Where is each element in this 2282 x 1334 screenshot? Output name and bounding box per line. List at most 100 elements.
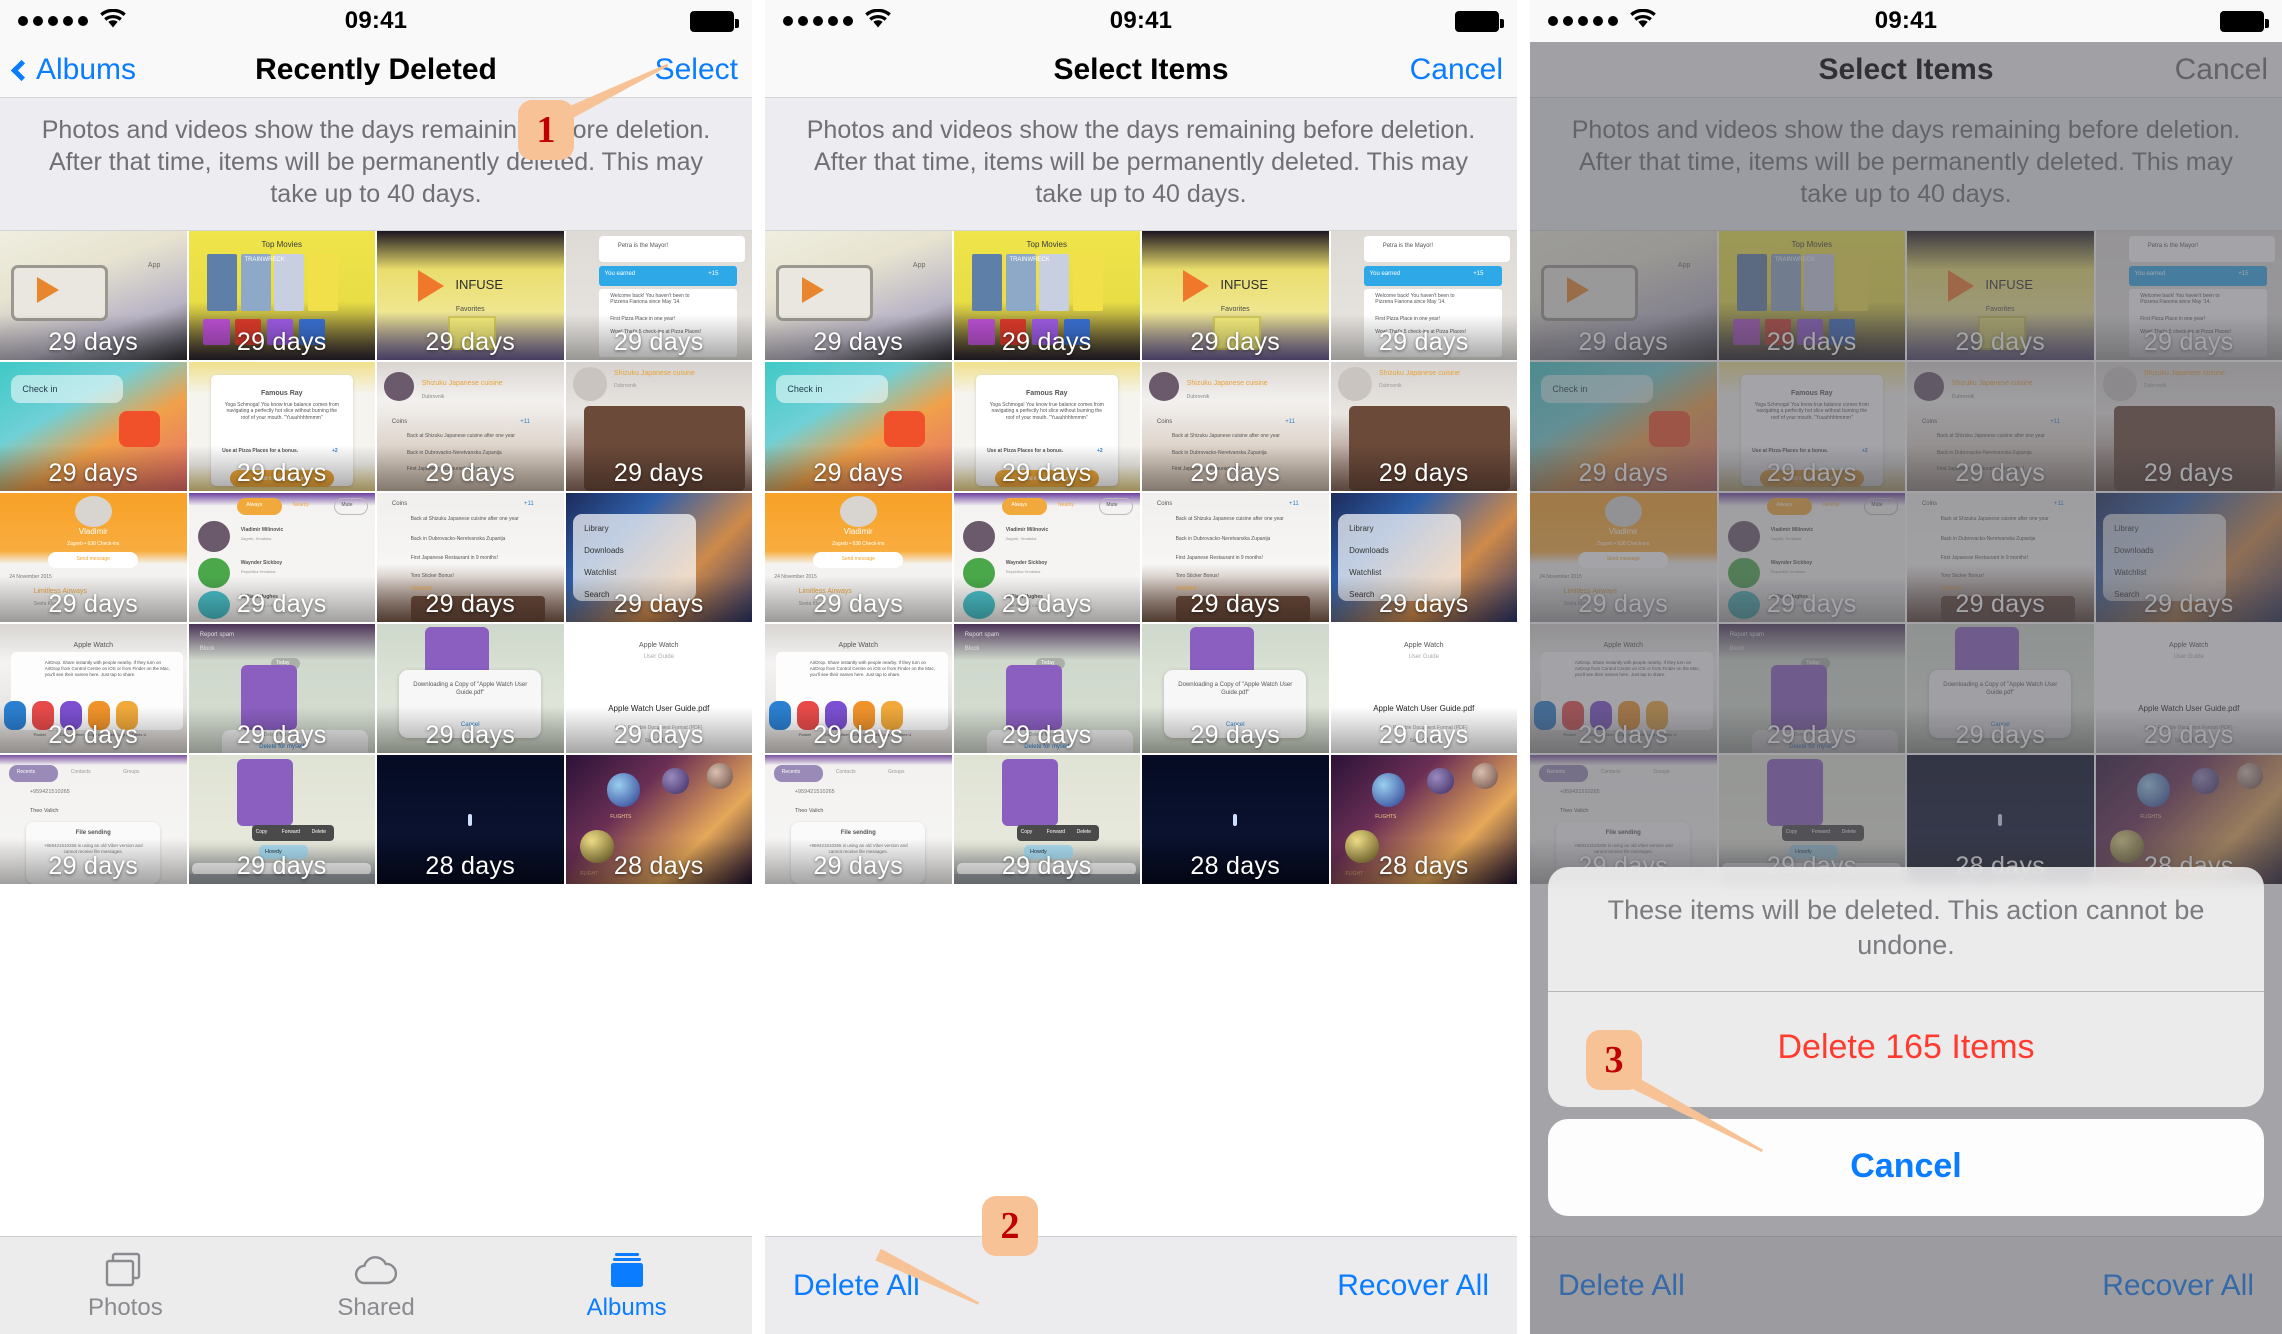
photo-cell[interactable]: Coins +11 Back at Shizuku Japanese cuisine… — [1907, 493, 2094, 622]
battery-full-icon — [1455, 10, 1504, 32]
photo-cell[interactable]: Always Nearby Mute Vladimir Milinovic Zagreb… — [953, 493, 1140, 622]
days-remaining-label: 29 days — [236, 852, 327, 880]
days-remaining-label: 29 days — [1001, 721, 1092, 749]
delete-all-button-3[interactable]: Delete All — [1558, 1269, 1685, 1303]
photo-cell[interactable]: Top Movies TRAINWRECK 29 days — [188, 231, 375, 360]
photo-cell[interactable]: 28 days — [377, 755, 564, 884]
photo-cell[interactable]: FLIGHTSFLIGHT28 days — [2095, 755, 2282, 884]
info-banner-text-1: Photos and videos show the days remainin… — [41, 116, 711, 208]
photo-cell[interactable]: FLIGHTSFLIGHT28 days — [565, 755, 752, 884]
callout-step-3: 3 — [1586, 1030, 1642, 1090]
photo-cell[interactable]: Apple WatchUser GuideApple Watch User Gu… — [2095, 624, 2282, 753]
photo-cell[interactable]: App 29 days — [765, 231, 952, 360]
recover-all-button-3[interactable]: Recover All — [2102, 1269, 2254, 1303]
days-remaining-label: 29 days — [1190, 721, 1281, 749]
photo-cell[interactable]: Check in 29 days — [765, 362, 952, 491]
photo-cell[interactable]: INFUSE Favorites 29 days — [1907, 231, 2094, 360]
days-remaining-label: 29 days — [236, 590, 327, 618]
photo-cell[interactable]: Vladimir Zagreb • 638 Check-ins Send messa… — [765, 493, 952, 622]
select-button[interactable]: Select — [655, 53, 738, 87]
status-bar-3: 09:41 — [1530, 0, 2282, 42]
photo-cell[interactable]: CopyForwardDeleteHowdy29 days — [1718, 755, 1905, 884]
photo-cell[interactable]: LibraryDownloadsWatchlistSearch29 days — [1330, 493, 1517, 622]
photo-cell[interactable]: Coins +11 Back at Shizuku Japanese cuisine… — [377, 493, 564, 622]
days-remaining-label: 29 days — [425, 328, 516, 356]
days-remaining-label: 29 days — [1001, 328, 1092, 356]
photo-cell[interactable]: Check in 29 days — [0, 362, 187, 491]
photo-cell[interactable]: App 29 days — [1530, 231, 1717, 360]
photo-cell[interactable]: Famous Ray Yoga Schmoga! You know true ba… — [1718, 362, 1905, 491]
callout-step-2: 2 — [982, 1196, 1038, 1256]
info-banner-3: Photos and videos show the days remainin… — [1530, 98, 2282, 231]
delete-action-sheet: These items will be deleted. This action… — [1548, 866, 2264, 1216]
photo-cell[interactable]: Apple Watch AirDrop. Share instantly with… — [1530, 624, 1717, 753]
photo-cell[interactable]: Recents Contacts Groups +959421510265 Theo V… — [765, 755, 952, 884]
photo-cell[interactable]: Recents Contacts Groups +959421510265 Theo V… — [0, 755, 187, 884]
back-button-albums[interactable]: Albums — [10, 52, 137, 87]
photo-cell[interactable]: Downloading a Copy of "Apple Watch User … — [377, 624, 564, 753]
cancel-button-3[interactable]: Cancel — [2175, 53, 2268, 87]
photo-cell[interactable]: Report spamBlockTodayDelete MessageDelet… — [1718, 624, 1905, 753]
photo-cell[interactable]: Recents Contacts Groups +959421510265 Theo V… — [1530, 755, 1717, 884]
photo-cell[interactable]: Shizuku Japanese cuisine Dubrovnik Coins +1… — [377, 362, 564, 491]
photo-cell[interactable]: Always Nearby Mute Vladimir Milinovic Zagreb… — [1718, 493, 1905, 622]
photo-cell[interactable]: Famous Ray Yoga Schmoga! You know true ba… — [188, 362, 375, 491]
tab-photos[interactable]: Photos — [0, 1250, 251, 1322]
photo-cell[interactable]: Top Movies TRAINWRECK 29 days — [953, 231, 1140, 360]
days-remaining-label: 29 days — [1190, 328, 1281, 356]
photo-cell[interactable]: Shizuku Japanese cuisine Dubrovnik 29 days — [565, 362, 752, 491]
photo-cell[interactable]: Shizuku Japanese cuisine Dubrovnik 29 days — [2095, 362, 2282, 491]
photo-cell[interactable]: Apple WatchUser GuideApple Watch User Gu… — [565, 624, 752, 753]
photo-cell[interactable]: Petra is the Mayor! You earned +15 Welcome … — [1330, 231, 1517, 360]
battery-full-icon — [2220, 10, 2269, 32]
photo-cell[interactable]: Report spamBlockTodayDelete MessageDelet… — [188, 624, 375, 753]
photo-cell[interactable]: CopyForwardDeleteHowdy29 days — [188, 755, 375, 884]
photo-cell[interactable]: INFUSE Favorites 29 days — [377, 231, 564, 360]
photo-cell[interactable]: Check in 29 days — [1530, 362, 1717, 491]
photo-cell[interactable]: 28 days — [1142, 755, 1329, 884]
photo-cell[interactable]: Petra is the Mayor! You earned +15 Welcome … — [2095, 231, 2282, 360]
photo-cell[interactable]: Top Movies TRAINWRECK 29 days — [1718, 231, 1905, 360]
photo-cell[interactable]: Apple Watch AirDrop. Share instantly with… — [0, 624, 187, 753]
photo-cell[interactable]: Shizuku Japanese cuisine Dubrovnik 29 days — [1330, 362, 1517, 491]
tab-shared[interactable]: Shared — [251, 1250, 502, 1322]
photo-cell[interactable]: Downloading a Copy of "Apple Watch User … — [1907, 624, 2094, 753]
battery-indicator-2 — [1455, 10, 1504, 32]
photo-cell[interactable]: Vladimir Zagreb • 638 Check-ins Send messa… — [0, 493, 187, 622]
photo-cell[interactable]: Famous Ray Yoga Schmoga! You know true ba… — [953, 362, 1140, 491]
action-sheet-cancel-button[interactable]: Cancel — [1548, 1119, 2264, 1216]
photo-cell[interactable]: CopyForwardDeleteHowdy29 days — [953, 755, 1140, 884]
photo-cell[interactable]: Vladimir Zagreb • 638 Check-ins Send messa… — [1530, 493, 1717, 622]
photo-cell[interactable]: App 29 days — [0, 231, 187, 360]
photo-cell[interactable]: Shizuku Japanese cuisine Dubrovnik Coins +1… — [1142, 362, 1329, 491]
back-button-label: Albums — [36, 52, 137, 86]
tab-albums[interactable]: Albums — [501, 1250, 752, 1322]
photo-cell[interactable]: Report spamBlockTodayDelete MessageDelet… — [953, 624, 1140, 753]
photo-cell[interactable]: Always Nearby Mute Vladimir Milinovic Zagreb… — [188, 493, 375, 622]
days-remaining-label: 29 days — [1001, 590, 1092, 618]
photo-cell[interactable]: Downloading a Copy of "Apple Watch User … — [1142, 624, 1329, 753]
photo-cell[interactable]: Apple Watch AirDrop. Share instantly with… — [765, 624, 952, 753]
photo-cell[interactable]: FLIGHTSFLIGHT28 days — [1330, 755, 1517, 884]
panel-recently-deleted: 09:41 Albums Recently Deleted Select Pho… — [0, 0, 752, 1334]
photo-cell[interactable]: INFUSE Favorites 29 days — [1142, 231, 1329, 360]
days-remaining-label: 29 days — [813, 459, 904, 487]
days-remaining-label: 29 days — [1378, 721, 1469, 749]
days-remaining-label: 29 days — [2143, 328, 2234, 356]
tab-bar: Photos Shared Albums — [0, 1236, 752, 1334]
days-remaining-label: 29 days — [425, 721, 516, 749]
photo-cell[interactable]: LibraryDownloadsWatchlistSearch29 days — [565, 493, 752, 622]
days-remaining-label: 29 days — [613, 459, 704, 487]
photo-cell[interactable]: Shizuku Japanese cuisine Dubrovnik Coins +1… — [1907, 362, 2094, 491]
recover-all-button[interactable]: Recover All — [1337, 1269, 1489, 1303]
three-step-screenshot-strip: 09:41 Albums Recently Deleted Select Pho… — [0, 0, 2282, 1334]
photo-cell[interactable]: LibraryDownloadsWatchlistSearch29 days — [2095, 493, 2282, 622]
photo-cell[interactable]: Coins +11 Back at Shizuku Japanese cuisine… — [1142, 493, 1329, 622]
delete-all-button[interactable]: Delete All — [793, 1269, 920, 1303]
photo-cell[interactable]: Petra is the Mayor! You earned +15 Welcome … — [565, 231, 752, 360]
days-remaining-label: 29 days — [813, 721, 904, 749]
photo-cell[interactable]: 28 days — [1907, 755, 2094, 884]
tab-shared-label: Shared — [337, 1293, 415, 1321]
cancel-button-2[interactable]: Cancel — [1410, 53, 1503, 87]
photo-cell[interactable]: Apple WatchUser GuideApple Watch User Gu… — [1330, 624, 1517, 753]
